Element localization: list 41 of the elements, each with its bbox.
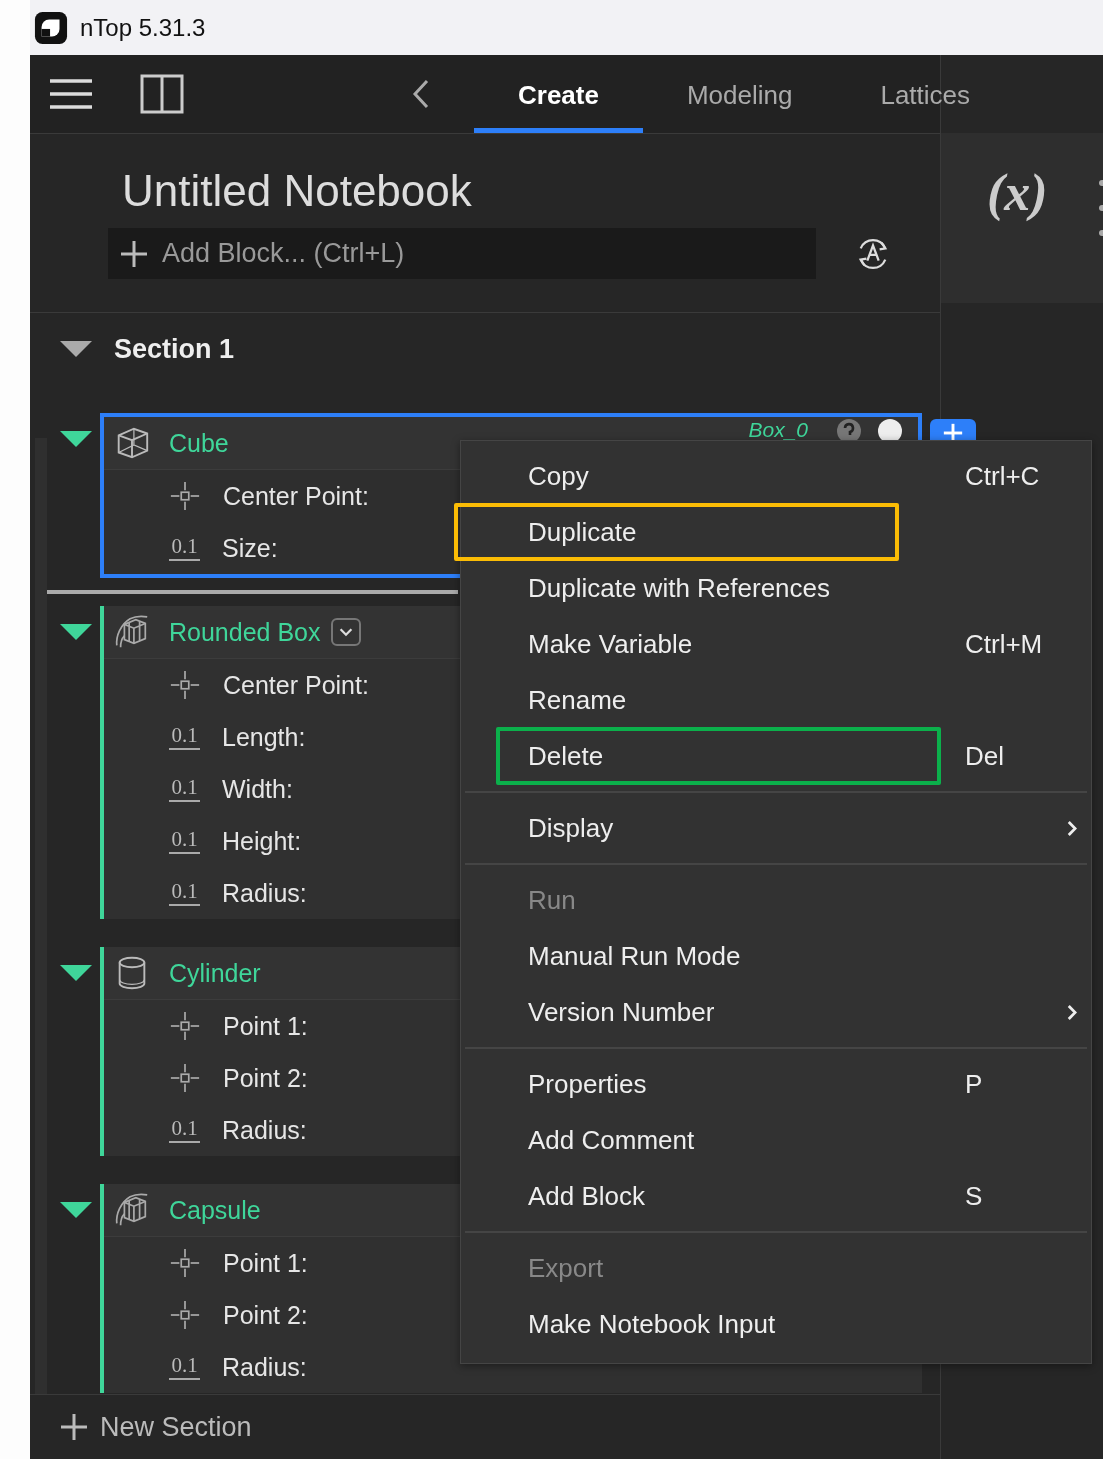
shortcut-label: Ctrl+C: [965, 460, 1040, 492]
menu-item-label: Duplicate with References: [528, 572, 831, 604]
shortcut-label: S: [965, 1180, 983, 1212]
block-title: Cube: [169, 428, 229, 458]
block-title: Rounded Box: [169, 617, 321, 647]
block-title: Capsule: [169, 1195, 261, 1225]
parameter-label: Point 2:: [223, 1063, 308, 1093]
parameter-label: Radius:: [222, 1352, 307, 1382]
parameter-label: Point 2:: [223, 1300, 308, 1330]
menu-item-label: Run: [528, 884, 576, 916]
shortcut-label: Ctrl+M: [965, 628, 1043, 660]
shortcut-label: Del: [965, 740, 1004, 772]
menu-item-label: Make Notebook Input: [528, 1308, 776, 1340]
menu-item-label: Manual Run Mode: [528, 940, 741, 972]
section-title: Section 1: [114, 333, 235, 365]
parameter-label: Width:: [222, 774, 293, 804]
notebook-title: Untitled Notebook: [122, 166, 473, 216]
parameter-label: Center Point:: [223, 481, 369, 511]
menu-item-label: Copy: [528, 460, 589, 492]
menu-item-label: Export: [528, 1252, 604, 1284]
menu-item-label: Display: [528, 812, 614, 844]
parameter-label: Height:: [222, 826, 302, 856]
block-title: Cylinder: [169, 958, 261, 988]
menu-item-label: Version Number: [528, 996, 715, 1028]
parameter-label: Point 1:: [223, 1011, 308, 1041]
window-title: nTop 5.31.3: [80, 13, 206, 42]
menu-item-label: Add Block: [528, 1180, 646, 1212]
menu-item-label: Duplicate: [528, 516, 637, 548]
menu-item-label: Make Variable: [528, 628, 693, 660]
output-name: Box_0: [748, 418, 808, 442]
parameter-label: Point 1:: [223, 1248, 308, 1278]
shortcut-label: P: [965, 1068, 983, 1100]
menu-item-label: Properties: [528, 1068, 647, 1100]
menu-item-label: Delete: [528, 740, 604, 772]
parameter-label: Center Point:: [223, 670, 369, 700]
parameter-label: Size:: [222, 533, 278, 563]
parameter-label: Radius:: [222, 878, 307, 908]
parameter-label: Radius:: [222, 1115, 307, 1145]
menu-item-label: Add Comment: [528, 1124, 695, 1156]
menu-item-label: Rename: [528, 684, 627, 716]
parameter-label: Length:: [222, 722, 306, 752]
